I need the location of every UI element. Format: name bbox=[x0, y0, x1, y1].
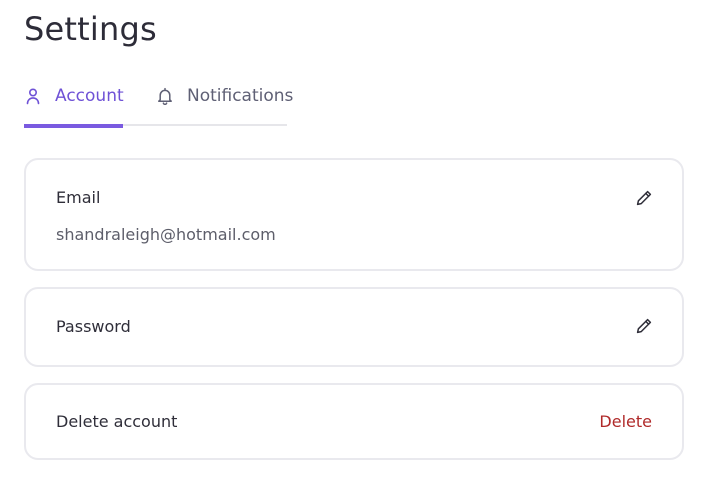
page-title: Settings bbox=[24, 10, 157, 48]
user-icon bbox=[24, 87, 42, 105]
password-label: Password bbox=[56, 317, 131, 336]
delete-account-card: Delete account Delete bbox=[24, 383, 684, 460]
edit-password-button[interactable] bbox=[634, 318, 654, 338]
pencil-icon bbox=[635, 189, 653, 211]
delete-account-button[interactable]: Delete bbox=[599, 412, 652, 431]
tab-account-label: Account bbox=[55, 86, 124, 106]
tab-notifications-label: Notifications bbox=[187, 86, 294, 106]
email-label: Email bbox=[56, 188, 101, 207]
email-value: shandraleigh@hotmail.com bbox=[56, 225, 276, 244]
delete-account-label: Delete account bbox=[56, 412, 178, 431]
pencil-icon bbox=[635, 317, 653, 339]
tab-notifications[interactable]: Notifications bbox=[156, 80, 293, 112]
settings-tabs: Account Notifications bbox=[24, 80, 293, 128]
settings-page: Settings Account Notifications Email sha… bbox=[0, 0, 703, 499]
password-card: Password bbox=[24, 287, 684, 367]
edit-email-button[interactable] bbox=[634, 190, 654, 210]
tab-account[interactable]: Account bbox=[24, 80, 124, 128]
email-card: Email shandraleigh@hotmail.com bbox=[24, 158, 684, 271]
bell-icon bbox=[156, 87, 174, 106]
